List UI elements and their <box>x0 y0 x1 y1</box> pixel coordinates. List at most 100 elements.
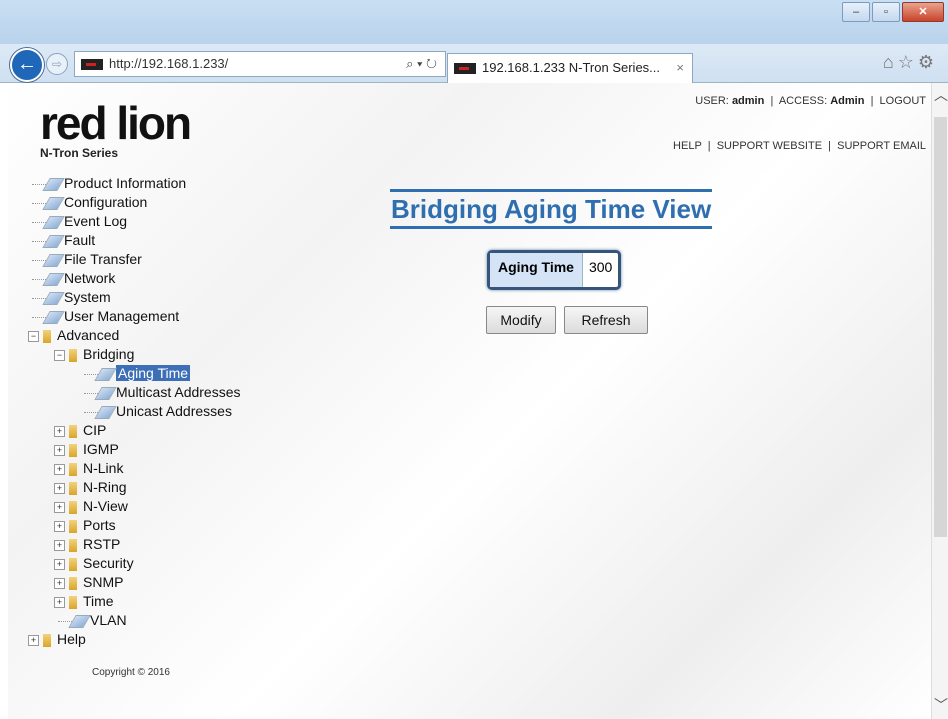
separator: | <box>828 140 832 152</box>
tree-label: Security <box>83 555 134 571</box>
tree-label: Bridging <box>83 346 135 362</box>
collapse-icon[interactable]: − <box>28 330 39 342</box>
support-email-link[interactable]: SUPPORT EMAIL <box>837 140 926 152</box>
address-bar[interactable]: http://192.168.1.233/ ⌕ ▾ ↻ <box>74 51 446 77</box>
folder-icon <box>43 633 51 647</box>
aging-time-label: Aging Time <box>490 253 583 287</box>
tree-label: VLAN <box>90 612 127 628</box>
tree-item-vlan[interactable]: VLAN <box>58 611 127 630</box>
tree-item-security[interactable]: + Security <box>54 554 134 573</box>
user-bar: USER: admin | ACCESS: Admin | LOGOUT <box>695 95 926 107</box>
page-icon <box>42 291 65 305</box>
expand-icon[interactable]: + <box>54 444 65 456</box>
page-icon <box>94 386 117 400</box>
tree-label: System <box>64 289 111 305</box>
expand-icon[interactable]: + <box>54 539 65 551</box>
expand-icon[interactable]: + <box>54 577 65 589</box>
folder-icon <box>69 481 77 495</box>
tree-item-aging-time[interactable]: Aging Time <box>84 364 191 383</box>
tree-item-network[interactable]: Network <box>32 269 115 288</box>
tree-item-multicast-addresses[interactable]: Multicast Addresses <box>84 383 241 402</box>
help-link[interactable]: HELP <box>673 140 702 152</box>
maximize-button[interactable]: ▫ <box>872 2 900 22</box>
tree-item-help[interactable]: + Help <box>28 630 86 649</box>
separator: | <box>870 95 874 107</box>
tree-item-user-management[interactable]: User Management <box>32 307 179 326</box>
browser-tab[interactable]: 192.168.1.233 N-Tron Series... × <box>447 53 693 84</box>
browser-right-icons[interactable]: ⌂☆⚙ <box>883 52 938 73</box>
folder-icon <box>69 462 77 476</box>
access-level: Admin <box>830 95 865 107</box>
tree-item-time[interactable]: + Time <box>54 592 114 611</box>
scroll-up-icon[interactable]: ︿ <box>934 85 948 105</box>
tree-label: N-Ring <box>83 479 127 495</box>
tree-item-cip[interactable]: + CIP <box>54 421 106 440</box>
tree-item-n-view[interactable]: + N-View <box>54 497 128 516</box>
logo-text: red lion <box>40 97 192 149</box>
tab-close-icon[interactable]: × <box>676 54 684 82</box>
minimize-button[interactable]: – <box>842 2 870 22</box>
expand-icon[interactable]: + <box>54 482 65 494</box>
scroll-thumb[interactable] <box>934 117 947 537</box>
tree-item-system[interactable]: System <box>32 288 111 307</box>
back-button[interactable]: ← <box>10 48 44 82</box>
tree-label: Advanced <box>57 327 120 343</box>
expand-icon[interactable]: + <box>54 558 65 570</box>
tree-label: Time <box>83 593 114 609</box>
tree-item-bridging[interactable]: − Bridging <box>54 345 134 364</box>
tree-item-igmp[interactable]: + IGMP <box>54 440 119 459</box>
tree-item-file-transfer[interactable]: File Transfer <box>32 250 142 269</box>
tree-item-rstp[interactable]: + RSTP <box>54 535 120 554</box>
address-tools[interactable]: ⌕ ▾ ↻ <box>406 52 437 76</box>
browser-toolbar: ← ⇨ http://192.168.1.233/ ⌕ ▾ ↻ 192.168.… <box>0 44 948 84</box>
logout-link[interactable]: LOGOUT <box>880 95 926 107</box>
tree-label: N-Link <box>83 460 124 476</box>
page-icon <box>42 177 65 191</box>
page-icon <box>94 405 117 419</box>
separator: | <box>770 95 774 107</box>
redlion-logo: red lion N-Tron Series <box>40 97 192 160</box>
copyright: Copyright © 2016 <box>92 667 170 678</box>
folder-icon <box>69 576 77 590</box>
tree-label: Help <box>57 631 86 647</box>
tree-label: Unicast Addresses <box>116 403 232 419</box>
support-website-link[interactable]: SUPPORT WEBSITE <box>717 140 822 152</box>
page-icon <box>42 215 65 229</box>
close-button[interactable]: ✕ <box>902 2 944 22</box>
folder-icon <box>69 557 77 571</box>
tree-label-selected: Aging Time <box>116 365 191 381</box>
expand-icon[interactable]: + <box>54 520 65 532</box>
scrollbar[interactable]: ︿ ﹀ <box>931 83 948 719</box>
page-title: Bridging Aging Time View <box>390 189 713 229</box>
tree-label: Event Log <box>64 213 128 229</box>
tree-item-n-link[interactable]: + N-Link <box>54 459 123 478</box>
tree-item-advanced[interactable]: − Advanced <box>28 326 119 345</box>
scroll-down-icon[interactable]: ﹀ <box>934 695 948 715</box>
tree-item-event-log[interactable]: Event Log <box>32 212 127 231</box>
tree-item-unicast-addresses[interactable]: Unicast Addresses <box>84 402 232 421</box>
access-label: ACCESS: <box>778 95 828 107</box>
tree-label: SNMP <box>83 574 124 590</box>
expand-icon[interactable]: + <box>54 463 65 475</box>
tree-item-ports[interactable]: + Ports <box>54 516 116 535</box>
expand-icon[interactable]: + <box>54 425 65 437</box>
tree-item-configuration[interactable]: Configuration <box>32 193 147 212</box>
expand-icon[interactable]: + <box>54 596 65 608</box>
tree-item-n-ring[interactable]: + N-Ring <box>54 478 127 497</box>
tree-item-snmp[interactable]: + SNMP <box>54 573 123 592</box>
refresh-button[interactable]: Refresh <box>564 306 648 334</box>
expand-icon[interactable]: + <box>54 501 65 513</box>
forward-button[interactable]: ⇨ <box>46 53 68 75</box>
folder-icon <box>69 519 77 533</box>
tree-item-product-information[interactable]: Product Information <box>32 174 186 193</box>
page-icon <box>42 310 65 324</box>
separator: | <box>707 140 711 152</box>
collapse-icon[interactable]: − <box>54 349 65 361</box>
favicon-icon <box>81 59 103 71</box>
tree-label: Ports <box>83 517 116 533</box>
tree-item-fault[interactable]: Fault <box>32 231 95 250</box>
modify-button[interactable]: Modify <box>486 306 556 334</box>
tree-label: Configuration <box>64 194 148 210</box>
tree-label: Network <box>64 270 116 286</box>
expand-icon[interactable]: + <box>28 634 39 646</box>
